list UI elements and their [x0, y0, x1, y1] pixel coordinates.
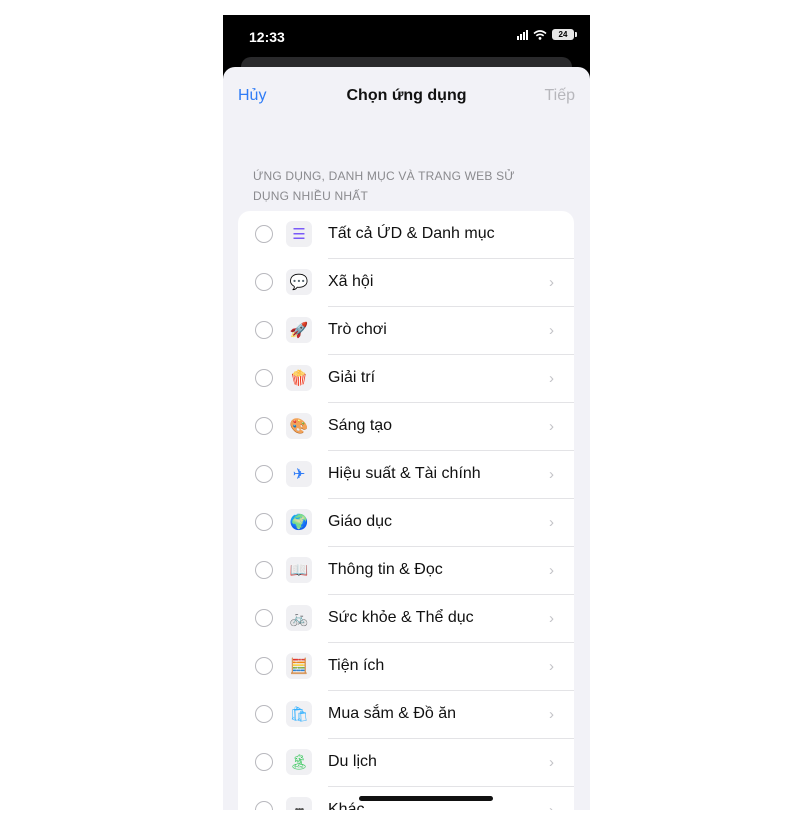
next-button[interactable]: Tiếp: [544, 87, 575, 105]
more-dots-icon: •••: [286, 797, 312, 810]
select-radio[interactable]: [255, 657, 273, 675]
chevron-right-icon[interactable]: ›: [549, 370, 554, 387]
list-item[interactable]: 🌍 Giáo dục ›: [238, 499, 574, 547]
calculator-icon: 🧮: [286, 653, 312, 679]
list-item-label: Giáo dục: [328, 513, 393, 530]
app-picker-sheet: Hủy Chọn ứng dụng Tiếp ỨNG DỤNG, DANH MỤ…: [223, 67, 590, 810]
list-item[interactable]: ☰ Tất cả ỨD & Danh mục: [238, 211, 574, 259]
list-item-label: Du lịch: [328, 753, 377, 770]
list-item[interactable]: 🍿 Giải trí ›: [238, 355, 574, 403]
list-item[interactable]: 🧮 Tiện ích ›: [238, 643, 574, 691]
list-item-label: Tất cả ỨD & Danh mục: [328, 225, 495, 242]
chevron-right-icon[interactable]: ›: [549, 706, 554, 723]
status-icons: 24: [517, 29, 577, 40]
shopping-bag-icon: 🛍: [286, 701, 312, 727]
book-icon: 📖: [286, 557, 312, 583]
list-item-label: Sáng tạo: [328, 417, 393, 434]
chat-bubble-icon: 💬: [286, 269, 312, 295]
chevron-right-icon[interactable]: ›: [549, 802, 554, 810]
list-item[interactable]: 🛍 Mua sắm & Đồ ăn ›: [238, 691, 574, 739]
chevron-right-icon[interactable]: ›: [549, 514, 554, 531]
list-item[interactable]: 📖 Thông tin & Đọc ›: [238, 547, 574, 595]
select-radio[interactable]: [255, 225, 273, 243]
list-item[interactable]: 🚀 Trò chơi ›: [238, 307, 574, 355]
list-item[interactable]: 🎨 Sáng tạo ›: [238, 403, 574, 451]
list-item-label: Khác: [328, 801, 365, 810]
select-radio[interactable]: [255, 705, 273, 723]
list-item[interactable]: 🚲 Sức khỏe & Thể dục ›: [238, 595, 574, 643]
select-radio[interactable]: [255, 417, 273, 435]
signal-icon: [517, 29, 528, 40]
rocket-icon: 🚀: [286, 317, 312, 343]
list-item[interactable]: 💬 Xã hội ›: [238, 259, 574, 307]
select-radio[interactable]: [255, 369, 273, 387]
battery-level: 24: [558, 30, 568, 39]
select-radio[interactable]: [255, 513, 273, 531]
chevron-right-icon[interactable]: ›: [549, 274, 554, 291]
list-item-label: Tiện ích: [328, 657, 385, 674]
home-indicator[interactable]: [359, 796, 493, 801]
select-radio[interactable]: [255, 321, 273, 339]
chevron-right-icon[interactable]: ›: [549, 754, 554, 771]
chevron-right-icon[interactable]: ›: [549, 418, 554, 435]
status-bar: 12:33 24: [223, 15, 590, 60]
chevron-right-icon[interactable]: ›: [549, 466, 554, 483]
chevron-right-icon[interactable]: ›: [549, 658, 554, 675]
chevron-right-icon[interactable]: ›: [549, 322, 554, 339]
list-item-label: Thông tin & Đọc: [328, 561, 443, 578]
navigation-bar: Hủy Chọn ứng dụng Tiếp: [223, 67, 590, 127]
wifi-icon: [533, 29, 547, 40]
list-item-label: Trò chơi: [328, 321, 387, 338]
list-item-label: Sức khỏe & Thể dục: [328, 609, 474, 626]
chevron-right-icon[interactable]: ›: [549, 610, 554, 627]
select-radio[interactable]: [255, 609, 273, 627]
list-item-label: Xã hội: [328, 273, 374, 290]
list-item[interactable]: 🏝 Du lịch ›: [238, 739, 574, 787]
select-radio[interactable]: [255, 753, 273, 771]
paper-plane-icon: ✈: [286, 461, 312, 487]
phone-screen: 12:33 24 Hủy Chọn ứng dụng Tiếp ỨNG DỤNG…: [223, 15, 590, 810]
status-time: 12:33: [249, 29, 285, 45]
globe-icon: 🌍: [286, 509, 312, 535]
battery-icon: 24: [552, 29, 577, 40]
list-item[interactable]: ✈ Hiệu suất & Tài chính ›: [238, 451, 574, 499]
select-radio[interactable]: [255, 561, 273, 579]
chevron-right-icon[interactable]: ›: [549, 562, 554, 579]
palm-tree-icon: 🏝: [286, 749, 312, 775]
popcorn-icon: 🍿: [286, 365, 312, 391]
list-item-label: Giải trí: [328, 369, 376, 386]
category-list: ☰ Tất cả ỨD & Danh mục 💬 Xã hội › 🚀 Trò chơi › 🍿…: [238, 211, 574, 810]
select-radio[interactable]: [255, 273, 273, 291]
list-item-label: Mua sắm & Đồ ăn: [328, 705, 457, 722]
section-header: ỨNG DỤNG, DANH MỤC VÀ TRANG WEB SỬ DỤNG …: [253, 169, 515, 203]
list-item-label: Hiệu suất & Tài chính: [328, 465, 481, 482]
select-radio[interactable]: [255, 801, 273, 810]
select-radio[interactable]: [255, 465, 273, 483]
stack-layers-icon: ☰: [286, 221, 312, 247]
bicycle-icon: 🚲: [286, 605, 312, 631]
page-title: Chọn ứng dụng: [346, 87, 467, 104]
palette-icon: 🎨: [286, 413, 312, 439]
